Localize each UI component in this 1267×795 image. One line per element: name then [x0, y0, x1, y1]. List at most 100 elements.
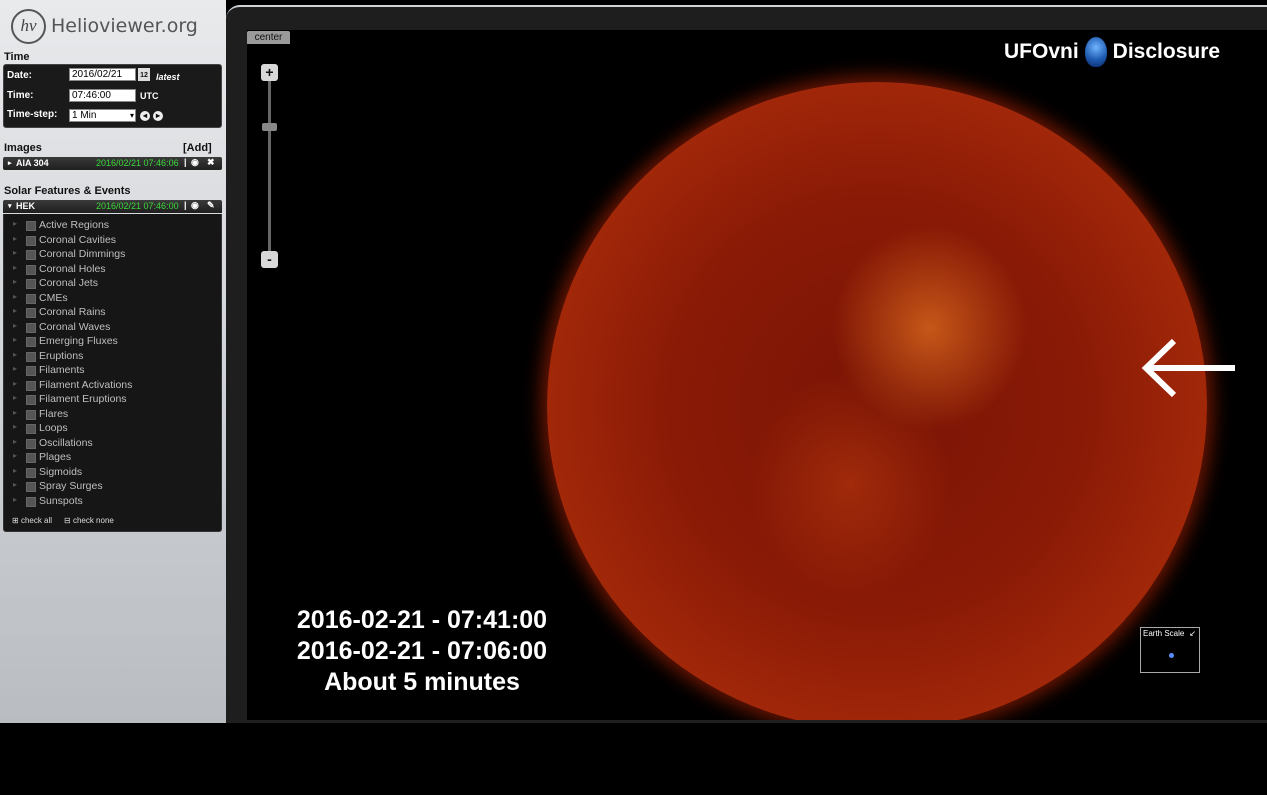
overlay-line: 2016-02-21 - 07:06:00 [296, 637, 548, 665]
event-checkbox[interactable] [26, 308, 36, 318]
expand-icon[interactable]: ▸ [13, 234, 17, 243]
expand-icon[interactable]: ▸ [13, 248, 17, 257]
close-icon[interactable]: ✖ [207, 157, 215, 168]
expand-icon[interactable]: ▸ [13, 379, 17, 388]
event-checkbox[interactable] [26, 337, 36, 347]
event-type-item[interactable]: ▸ Active Regions [4, 219, 223, 233]
check-none-link[interactable]: ⊟ check none [64, 516, 114, 525]
zoom-slider[interactable] [268, 70, 271, 265]
event-type-item[interactable]: ▸ Sigmoids [4, 466, 223, 480]
expand-icon[interactable]: ▸ [13, 466, 17, 475]
hek-name: HEK [16, 201, 36, 211]
event-type-item[interactable]: ▸ Coronal Jets [4, 277, 223, 291]
step-forward-icon[interactable]: ▸ [153, 111, 163, 121]
event-type-item[interactable]: ▸ Coronal Cavities [4, 234, 223, 248]
expand-icon[interactable]: ▸ [13, 451, 17, 460]
expand-icon[interactable]: ▸ [13, 219, 17, 228]
event-checkbox[interactable] [26, 482, 36, 492]
expand-icon[interactable]: ▸ [13, 277, 17, 286]
event-type-item[interactable]: ▸ Filaments [4, 364, 223, 378]
expand-icon[interactable]: ▸ [13, 364, 17, 373]
event-checkbox[interactable] [26, 322, 36, 333]
expand-icon[interactable]: ▸ [13, 321, 17, 330]
alien-icon [1084, 37, 1107, 67]
timestep-select[interactable]: 1 Min ▾ [69, 109, 136, 122]
event-type-item[interactable]: ▸ Filament Activations [4, 379, 223, 393]
event-checkbox[interactable] [26, 279, 36, 289]
event-checkbox[interactable] [26, 424, 36, 434]
sun-image[interactable] [547, 82, 1207, 720]
expand-icon[interactable]: ▸ [13, 422, 17, 431]
expand-icon[interactable]: ▸ [8, 159, 12, 167]
calendar-icon[interactable]: 12 [138, 68, 150, 81]
zoom-in-button[interactable]: + [261, 64, 278, 81]
opacity-icon[interactable]: | [184, 200, 187, 210]
event-checkbox[interactable] [26, 380, 36, 391]
hek-row[interactable]: ▾ HEK 2016/02/21 07:46:00 | ◉ ✎ [3, 200, 222, 213]
expand-icon[interactable]: ▾ [8, 202, 12, 210]
event-type-item[interactable]: ▸ Eruptions [4, 350, 223, 364]
event-type-item[interactable]: ▸ Filament Eruptions [4, 393, 223, 407]
event-checkbox[interactable] [26, 221, 36, 231]
event-checkbox[interactable] [26, 366, 36, 376]
earth-scale-widget[interactable]: Earth Scale ↙ [1140, 627, 1200, 673]
earth-scale-label: Earth Scale [1143, 629, 1185, 638]
event-checkbox[interactable] [26, 293, 36, 304]
expand-icon[interactable]: ▸ [13, 306, 17, 315]
event-type-item[interactable]: ▸ Loops [4, 422, 223, 436]
event-type-item[interactable]: ▸ Flares [4, 408, 223, 422]
event-type-label: Filament Eruptions [39, 393, 127, 405]
tag-icon[interactable]: ✎ [207, 200, 215, 211]
event-checkbox[interactable] [26, 496, 36, 507]
event-type-item[interactable]: ▸ Sunspots [4, 495, 223, 509]
event-type-item[interactable]: ▸ Oscillations [4, 437, 223, 451]
expand-icon[interactable]: ▸ [13, 263, 17, 272]
event-type-item[interactable]: ▸ Plages [4, 451, 223, 465]
zoom-handle[interactable] [262, 123, 277, 131]
expand-icon[interactable]: ▸ [13, 480, 17, 489]
event-checkbox[interactable] [26, 351, 36, 362]
event-checkbox[interactable] [26, 264, 36, 275]
event-checkbox[interactable] [26, 438, 36, 449]
time-input[interactable]: 07:46:00 [69, 89, 136, 102]
event-type-item[interactable]: ▸ Emerging Fluxes [4, 335, 223, 349]
event-type-item[interactable]: ▸ Coronal Holes [4, 263, 223, 277]
latest-link[interactable]: latest [156, 72, 180, 82]
event-checkbox[interactable] [26, 250, 36, 260]
opacity-icon[interactable]: | [184, 157, 187, 167]
checkbox-minus-icon: ⊟ [64, 516, 71, 525]
center-button[interactable]: center [247, 31, 290, 44]
event-checkbox[interactable] [26, 395, 36, 405]
expand-icon[interactable]: ▸ [13, 393, 17, 402]
add-layer-link[interactable]: [Add] [183, 142, 212, 154]
expand-icon[interactable]: ▸ [13, 350, 17, 359]
expand-icon[interactable]: ▸ [13, 292, 17, 301]
timestep-value: 1 Min [72, 110, 97, 121]
event-checkbox[interactable] [26, 409, 36, 420]
event-type-label: Eruptions [39, 349, 84, 362]
event-checkbox[interactable] [26, 467, 36, 478]
zoom-out-button[interactable]: - [261, 251, 278, 268]
event-type-item[interactable]: ▸ CMEs [4, 292, 223, 306]
expand-icon[interactable]: ▸ [13, 335, 17, 344]
event-type-label: Filaments [39, 364, 85, 376]
event-type-item[interactable]: ▸ Spray Surges [4, 480, 223, 494]
expand-icon[interactable]: ▸ [13, 408, 17, 417]
eye-icon[interactable]: ◉ [191, 157, 199, 168]
eye-icon[interactable]: ◉ [191, 200, 199, 211]
expand-icon[interactable]: ▸ [13, 495, 17, 504]
event-checkbox[interactable] [26, 235, 36, 246]
layer-row[interactable]: ▸ AIA 304 2016/02/21 07:46:06 | ◉ ✖ [3, 157, 222, 170]
check-all-link[interactable]: ⊞ check all [12, 516, 52, 525]
step-back-icon[interactable]: ◂ [140, 111, 150, 121]
date-input[interactable]: 2016/02/21 [69, 68, 136, 81]
minimize-icon[interactable]: ↙ [1189, 629, 1196, 638]
expand-icon[interactable]: ▸ [13, 437, 17, 446]
event-type-label: Coronal Dimmings [39, 248, 126, 260]
event-checkbox[interactable] [26, 453, 36, 463]
check-all-label: check all [20, 516, 53, 525]
event-type-item[interactable]: ▸ Coronal Rains [4, 306, 223, 320]
event-type-item[interactable]: ▸ Coronal Dimmings [4, 248, 223, 262]
event-type-item[interactable]: ▸ Coronal Waves [4, 321, 223, 335]
logo[interactable]: hv Helioviewer.org [11, 8, 198, 44]
